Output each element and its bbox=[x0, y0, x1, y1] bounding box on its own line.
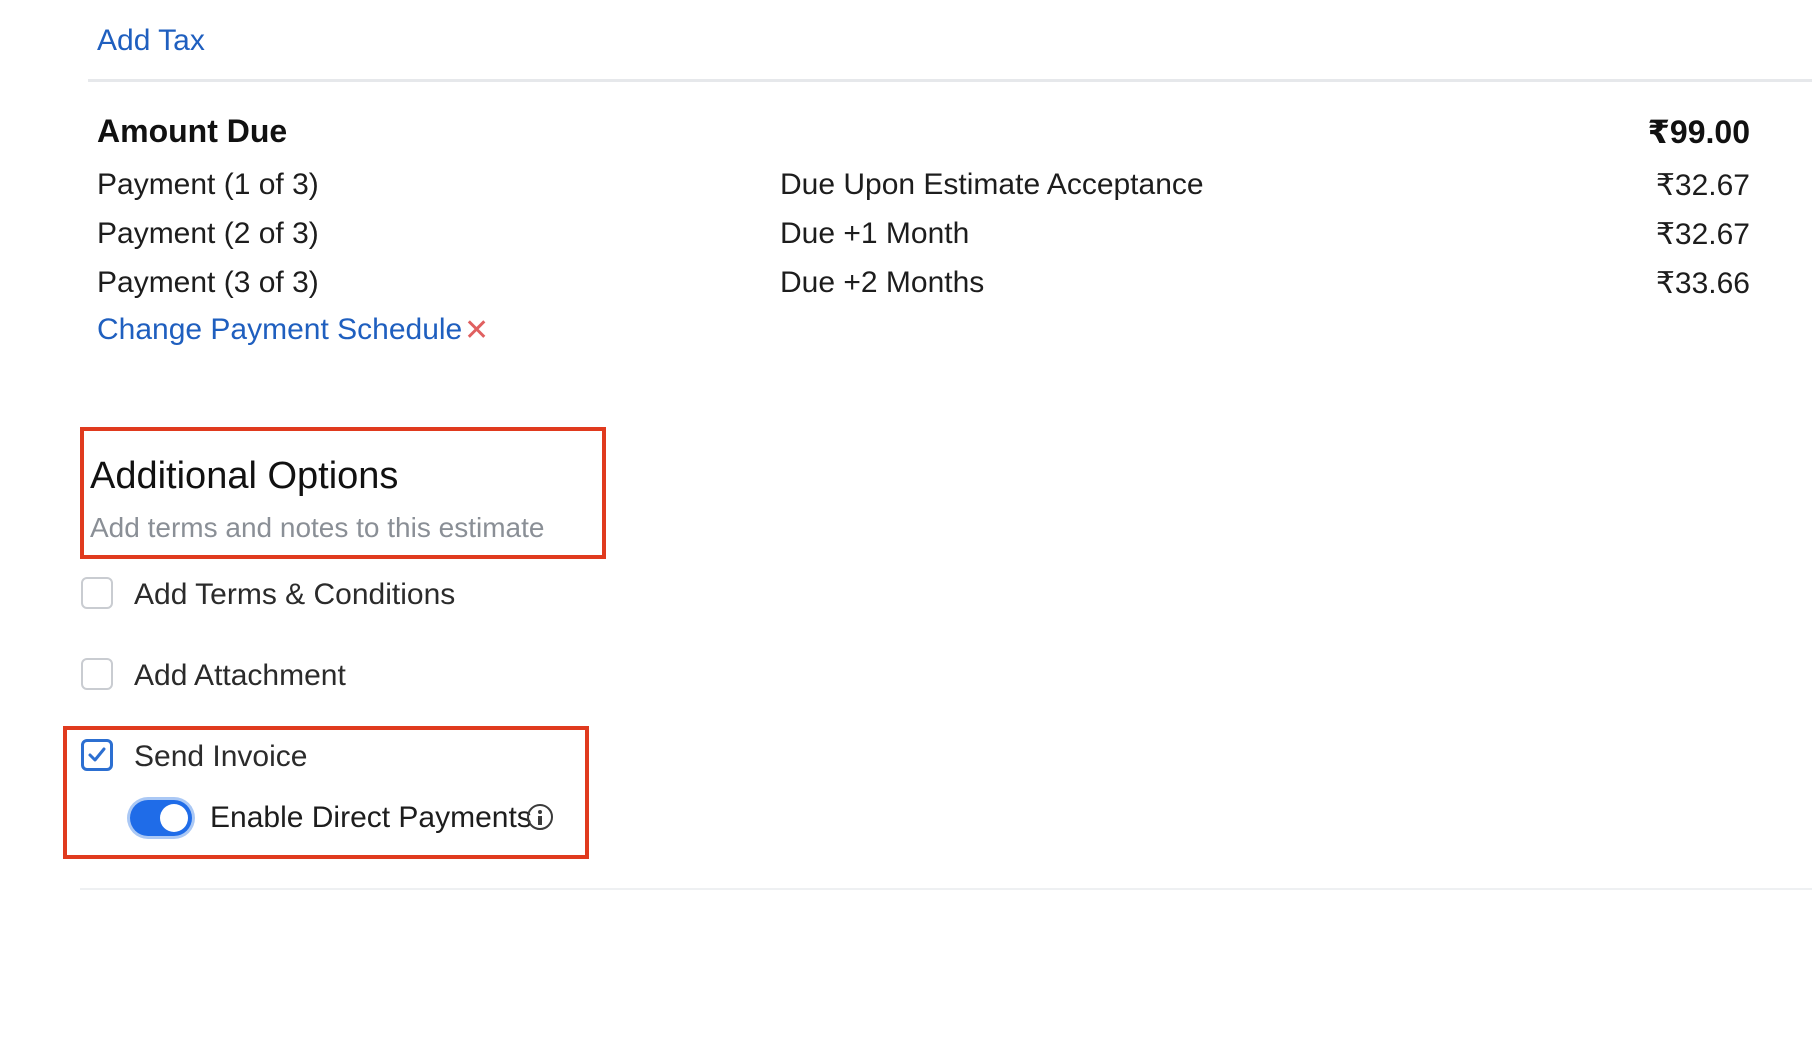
section-divider-top bbox=[88, 79, 1812, 82]
payment-label: Payment (3 of 3) bbox=[97, 266, 319, 299]
payment-due: Due +2 Months bbox=[780, 266, 985, 299]
payment-label: Payment (2 of 3) bbox=[97, 217, 319, 250]
send-invoice-checkbox[interactable] bbox=[81, 739, 113, 771]
additional-options-title: Additional Options bbox=[90, 455, 399, 497]
payment-label: Payment (1 of 3) bbox=[97, 168, 319, 201]
attachment-checkbox[interactable] bbox=[81, 658, 113, 690]
amount-due-total: ₹99.00 bbox=[1647, 114, 1750, 150]
direct-payments-label: Enable Direct Payments bbox=[210, 801, 532, 834]
change-payment-schedule-link[interactable]: Change Payment Schedule bbox=[97, 313, 462, 347]
terms-label[interactable]: Add Terms & Conditions bbox=[134, 578, 455, 612]
info-icon[interactable] bbox=[527, 804, 553, 830]
payment-amount: ₹32.67 bbox=[1655, 169, 1750, 202]
add-tax-link[interactable]: Add Tax bbox=[97, 24, 205, 58]
toggle-knob bbox=[160, 804, 188, 832]
amount-due-label: Amount Due bbox=[97, 113, 288, 149]
section-divider-bottom bbox=[80, 888, 1812, 890]
attachment-label[interactable]: Add Attachment bbox=[134, 659, 346, 693]
payment-amount: ₹32.67 bbox=[1655, 218, 1750, 251]
direct-payments-toggle[interactable] bbox=[130, 800, 192, 836]
payment-amount: ₹33.66 bbox=[1655, 267, 1750, 300]
check-icon bbox=[88, 747, 106, 762]
terms-checkbox[interactable] bbox=[81, 577, 113, 609]
payment-due: Due Upon Estimate Acceptance bbox=[780, 168, 1204, 201]
payment-due: Due +1 Month bbox=[780, 217, 970, 250]
close-icon[interactable]: ✕ bbox=[464, 313, 489, 348]
send-invoice-label[interactable]: Send Invoice bbox=[134, 740, 307, 774]
additional-options-subtitle: Add terms and notes to this estimate bbox=[90, 512, 545, 543]
